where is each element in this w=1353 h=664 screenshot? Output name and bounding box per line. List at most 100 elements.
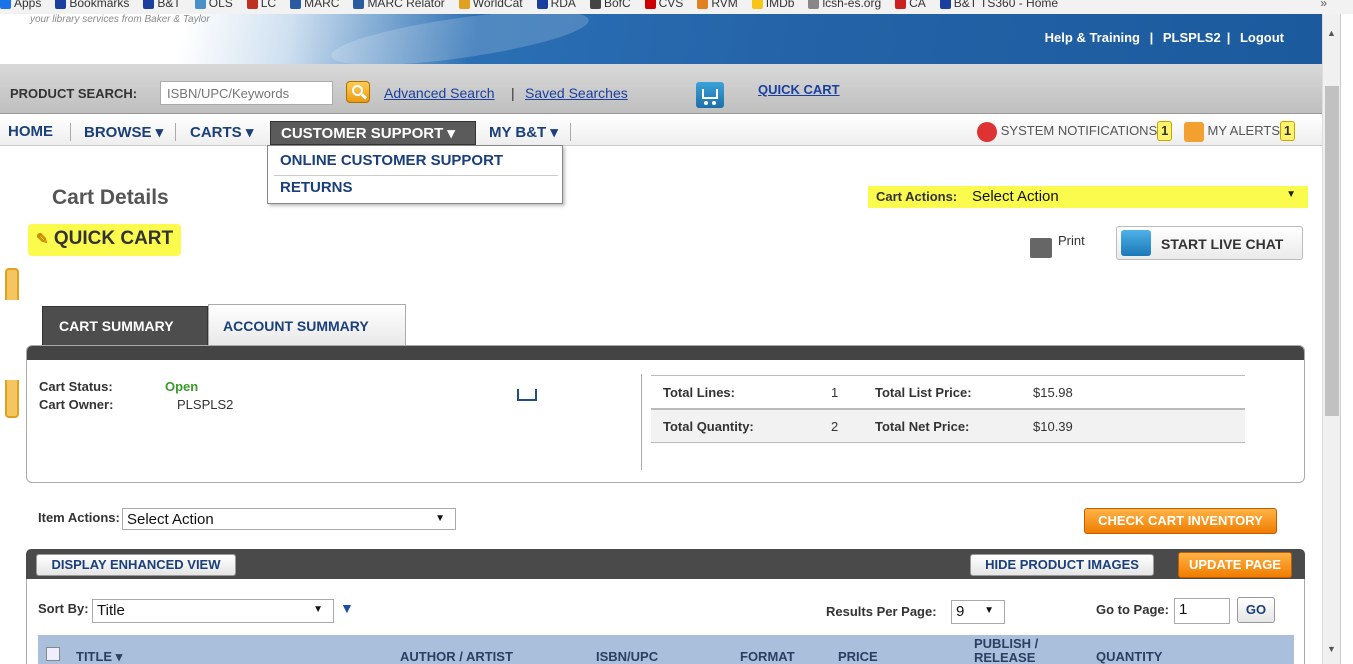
page-scrollbar[interactable]: ▲ ▼ — [1322, 14, 1340, 664]
bookmark-label: IMDb — [765, 0, 795, 10]
item-actions-select[interactable]: Select Action ▼ — [122, 508, 456, 530]
quick-cart-link[interactable]: QUICK CART — [758, 82, 840, 97]
bookmark-item[interactable]: MARC Relator — [353, 0, 445, 10]
system-notifications-link[interactable]: SYSTEM NOTIFICATIONS — [1001, 123, 1158, 138]
cart-actions-label: Cart Actions: — [876, 189, 958, 204]
tab-cart-summary[interactable]: CART SUMMARY — [42, 306, 208, 346]
column-isbn[interactable]: ISBN/UPC — [596, 649, 658, 664]
shopping-cart-icon[interactable] — [696, 82, 724, 108]
bookmark-item[interactable]: WorldCat — [458, 0, 523, 10]
nav-customer-support[interactable]: CUSTOMER SUPPORT ▾ — [270, 121, 476, 145]
cart-actions-select[interactable]: Select Action — [972, 188, 1298, 206]
select-all-checkbox[interactable] — [46, 647, 60, 661]
bookmark-label: CVS — [658, 0, 684, 10]
bookmark-item[interactable]: Apps — [0, 0, 41, 10]
user-name: PLSPLS2 — [1162, 30, 1221, 45]
alerts-user-icon[interactable] — [1183, 121, 1204, 142]
bookmark-label: LC — [260, 0, 277, 10]
cart-status-icon[interactable] — [517, 389, 537, 401]
bookmark-item[interactable]: lcsh-es.org — [808, 0, 881, 10]
nav-my-bt[interactable]: MY B&T ▾ — [489, 123, 558, 141]
column-title[interactable]: TITLE ▾ — [76, 649, 122, 664]
total-quantity-label: Total Quantity: — [663, 419, 754, 434]
my-alerts-link[interactable]: MY ALERTS — [1208, 123, 1281, 138]
bookmark-label: WorldCat — [472, 0, 523, 10]
advanced-search-link[interactable]: Advanced Search — [384, 85, 495, 101]
hide-product-images-button[interactable]: HIDE PRODUCT IMAGES — [970, 554, 1154, 576]
cart-name-heading[interactable]: ✎ QUICK CART — [28, 224, 182, 256]
help-training-link[interactable]: Help & Training — [1045, 30, 1140, 45]
nav-home[interactable]: HOME — [8, 123, 53, 140]
update-page-button[interactable]: UPDATE PAGE — [1178, 552, 1292, 578]
bookmark-item[interactable]: Bookmarks — [55, 0, 129, 10]
bookmark-item[interactable]: CA — [895, 0, 926, 10]
item-toolbar: DISPLAY ENHANCED VIEW HIDE PRODUCT IMAGE… — [26, 549, 1305, 579]
cart-owner-label: Cart Owner: — [39, 397, 114, 412]
printer-icon[interactable] — [1030, 238, 1052, 258]
rvm-icon — [697, 0, 709, 9]
bookmark-label: B&T TS360 - Home — [953, 0, 1059, 10]
marc-icon — [290, 0, 302, 9]
table-header-row: TITLE ▾ AUTHOR / ARTIST ISBN/UPC FORMAT … — [38, 635, 1294, 664]
go-button[interactable]: GO — [1237, 597, 1275, 623]
bookmark-label: Apps — [14, 0, 42, 10]
check-cart-inventory-button[interactable]: CHECK CART INVENTORY — [1084, 508, 1277, 534]
bookmark-label: B&T — [157, 0, 181, 10]
system-notifications-icon[interactable] — [977, 121, 998, 142]
bookmark-item[interactable]: BofC — [589, 0, 631, 10]
bookmark-item[interactable]: IMDb — [751, 0, 795, 10]
top-links-separator: | — [1149, 30, 1154, 45]
bookmarks-more-button[interactable]: » — [1320, 0, 1327, 10]
nav-separator — [175, 123, 176, 141]
scroll-down-icon[interactable]: ▼ — [1327, 644, 1336, 654]
column-publish[interactable]: PUBLISH / — [974, 636, 1038, 651]
nav-browse[interactable]: BROWSE ▾ — [84, 123, 163, 141]
column-release[interactable]: RELEASE — [974, 650, 1035, 664]
logout-link[interactable]: Logout — [1240, 30, 1284, 45]
column-author[interactable]: AUTHOR / ARTIST — [400, 649, 513, 664]
print-link[interactable]: Print — [1058, 233, 1085, 248]
sort-by-select[interactable]: Title ▼ — [92, 599, 334, 623]
returns-item[interactable]: RETURNS — [280, 179, 353, 196]
bookmark-item[interactable]: B&T TS360 - Home — [939, 0, 1059, 10]
bookmark-item[interactable]: RVM — [697, 0, 738, 10]
bofc-icon — [589, 0, 601, 9]
summary-divider — [641, 374, 642, 470]
online-customer-support-item[interactable]: ONLINE CUSTOMER SUPPORT — [280, 152, 503, 169]
scroll-up-icon[interactable]: ▲ — [1327, 28, 1336, 38]
chevron-down-icon: ▼ — [435, 513, 445, 524]
page-icon — [194, 0, 206, 9]
saved-searches-link[interactable]: Saved Searches — [525, 85, 628, 101]
cart-status-label: Cart Status: — [39, 379, 113, 394]
column-format[interactable]: FORMAT — [740, 649, 795, 664]
total-lines-value: 1 — [831, 385, 839, 400]
tab-account-summary[interactable]: ACCOUNT SUMMARY — [208, 304, 406, 346]
start-live-chat-button[interactable]: START LIVE CHAT — [1116, 226, 1303, 260]
display-enhanced-view-button[interactable]: DISPLAY ENHANCED VIEW — [36, 554, 236, 576]
bookmark-item[interactable]: MARC — [290, 0, 339, 10]
cart-owner-value: PLSPLS2 — [177, 397, 234, 412]
scrollbar-thumb[interactable] — [1325, 86, 1339, 416]
column-quantity[interactable]: QUANTITY — [1096, 649, 1162, 664]
nav-carts[interactable]: CARTS ▾ — [190, 123, 253, 141]
sort-direction-icon[interactable]: ▼ — [340, 600, 354, 616]
bookmark-item[interactable]: B&T — [143, 0, 181, 10]
bookmark-item[interactable]: RDA — [536, 0, 576, 10]
nav-separator — [570, 123, 571, 141]
product-search-label: PRODUCT SEARCH: — [10, 86, 138, 101]
nav-customer-support-label: CUSTOMER SUPPORT ▾ — [281, 125, 455, 142]
search-links-separator: | — [511, 85, 515, 101]
summary-header-bar — [27, 346, 1304, 360]
column-price[interactable]: PRICE — [838, 649, 878, 664]
bookmark-item[interactable]: LC — [246, 0, 277, 10]
go-to-page-input[interactable]: 1 — [1174, 598, 1230, 624]
search-icon[interactable] — [346, 81, 370, 103]
results-per-page-select[interactable]: 9 ▼ — [951, 600, 1005, 624]
chevron-down-icon: ▼ — [1286, 189, 1296, 200]
bookmark-label: RDA — [550, 0, 576, 10]
product-search-input[interactable] — [160, 81, 333, 105]
bookmark-item[interactable]: CVS — [644, 0, 684, 10]
pencil-icon[interactable]: ✎ — [36, 231, 49, 248]
total-list-price-label: Total List Price: — [875, 385, 972, 400]
bookmark-item[interactable]: OLS — [194, 0, 233, 10]
